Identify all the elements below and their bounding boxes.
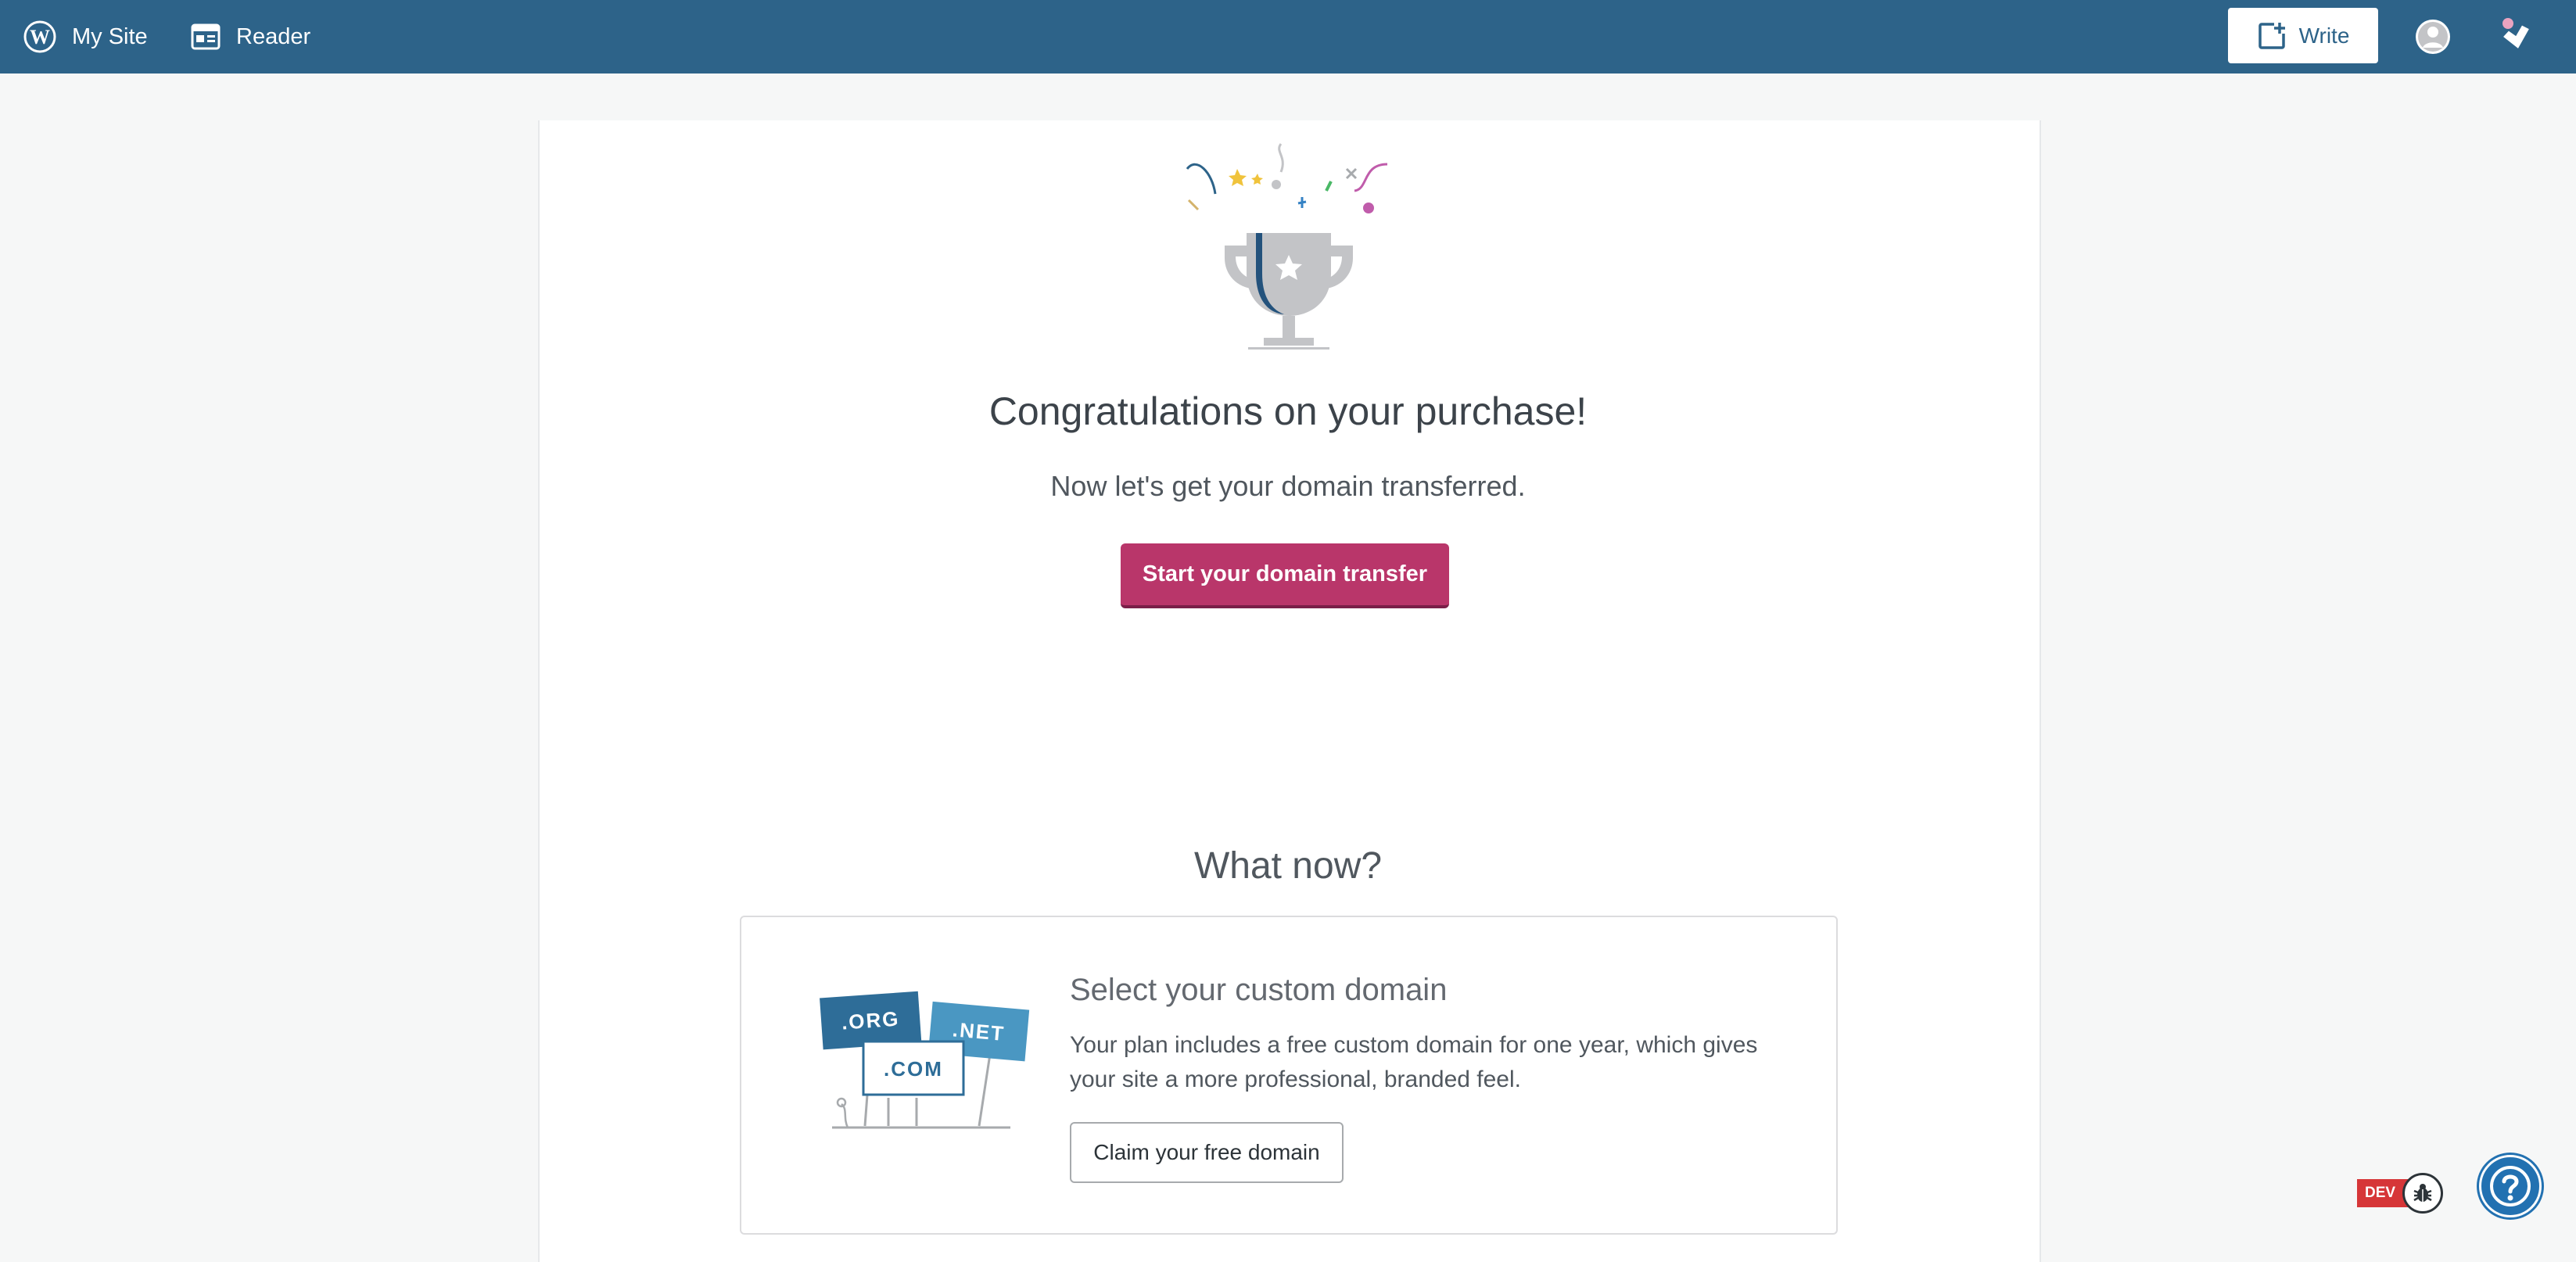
svg-text:W: W: [30, 26, 50, 48]
reader-icon: [191, 23, 221, 50]
feature-description: Your plan includes a free custom domain …: [1070, 1032, 1758, 1092]
my-site-link[interactable]: W My Site: [23, 0, 148, 73]
trophy-illustration: [1186, 143, 1388, 350]
write-plus-icon: [2258, 22, 2285, 49]
reader-link[interactable]: Reader: [191, 0, 310, 73]
bug-icon: [2413, 1184, 2432, 1202]
feature-title: Select your custom domain: [1070, 973, 1448, 1007]
page-subtitle: Now let's get your domain transferred.: [1050, 470, 1526, 502]
reader-label: Reader: [236, 23, 311, 49]
bug-report-button[interactable]: [2402, 1173, 2443, 1214]
write-label: Write: [2298, 23, 2350, 48]
wordpress-logo-icon: W: [23, 20, 56, 53]
claim-free-domain-button[interactable]: Claim your free domain: [1070, 1122, 1344, 1183]
what-now-heading: What now?: [1193, 845, 1383, 887]
page-title: Congratulations on your purchase!: [988, 389, 1588, 433]
org-sign-label: .ORG: [841, 1007, 900, 1034]
avatar-icon: [2416, 20, 2450, 54]
write-button[interactable]: Write: [2228, 8, 2378, 63]
my-site-label: My Site: [72, 23, 148, 49]
notifications-bell-icon: [2502, 18, 2529, 48]
com-sign-label: .COM: [884, 1057, 943, 1081]
masterbar: W My Site Reader Write: [0, 0, 2576, 73]
avatar-button[interactable]: [2415, 19, 2451, 55]
domain-signs-illustration: .ORG .NET .COM: [820, 991, 1030, 1129]
start-domain-transfer-button[interactable]: Start your domain transfer: [1121, 543, 1449, 608]
help-button[interactable]: [2479, 1155, 2542, 1217]
notifications-button[interactable]: [2497, 16, 2536, 55]
help-question-icon: [2490, 1166, 2531, 1206]
